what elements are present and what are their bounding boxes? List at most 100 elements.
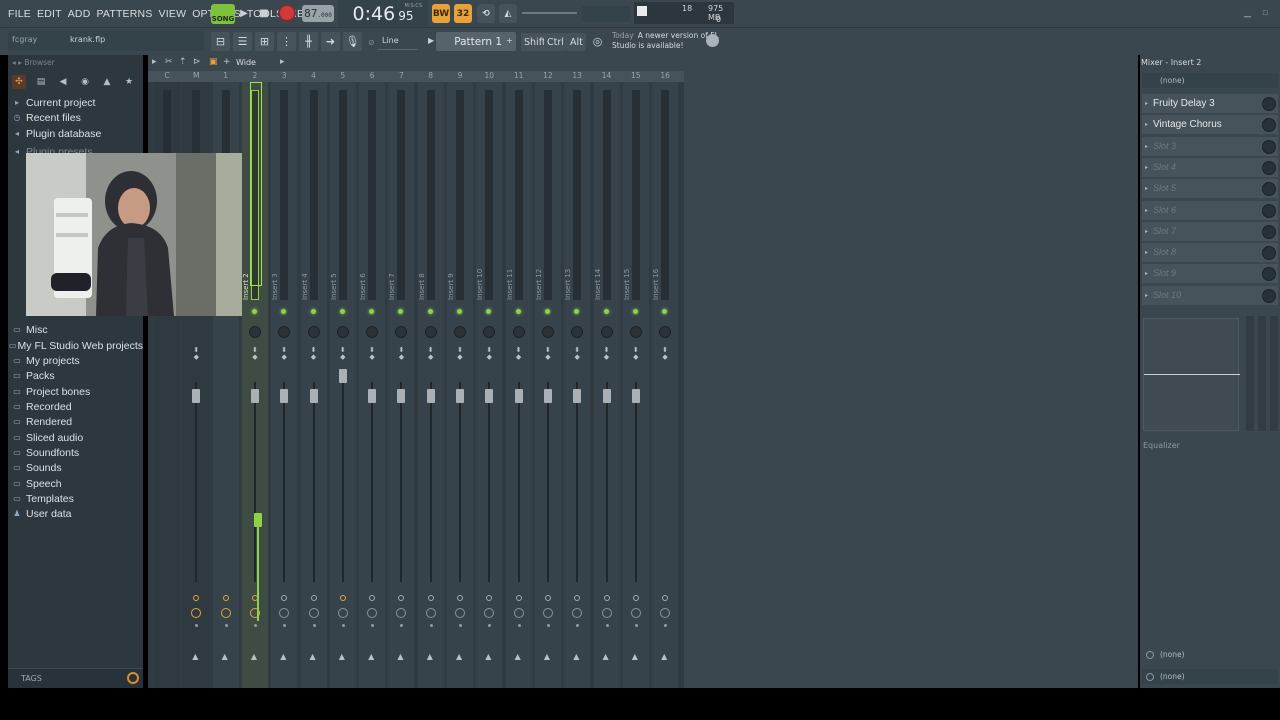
slot-mix-knob[interactable] (1262, 224, 1276, 239)
mute-led-icon[interactable] (369, 309, 375, 314)
update-icon[interactable] (706, 34, 719, 47)
slot-menu-icon[interactable]: ▸ (1145, 270, 1148, 277)
alt-key-button[interactable]: Alt (567, 33, 586, 51)
eq-band-fader[interactable] (1246, 316, 1254, 431)
browser-item-rendered[interactable]: ▭ Rendered (8, 414, 143, 429)
browser-plugin-icon[interactable]: ◉ (78, 75, 92, 89)
route-send-icon[interactable] (572, 608, 583, 618)
route-send-icon[interactable] (542, 608, 553, 618)
mixer-strip-4[interactable]: Insert 4 ⬍ ◆ ▲ (300, 82, 327, 688)
mixer-strip-15[interactable]: Insert 15 ⬍ ◆ ▲ (622, 82, 649, 688)
snap-icon[interactable]: ⊘ (368, 38, 375, 47)
stereo-separation-icon[interactable]: ⬍ ◆ (455, 347, 465, 361)
sidechain-pin-icon[interactable] (515, 595, 522, 601)
tempo-display[interactable]: 87.000 (302, 5, 334, 22)
sidechain-pin-icon[interactable] (662, 595, 669, 601)
mute-led-icon[interactable] (603, 309, 609, 314)
sidechain-pin-icon[interactable] (486, 595, 493, 601)
route-send-icon[interactable] (396, 608, 407, 618)
browser-item-packs[interactable]: ▭ Packs (8, 368, 143, 383)
slot-mix-knob[interactable] (1262, 160, 1276, 175)
mixer-strip-12[interactable]: Insert 12 ⬍ ◆ ▲ (534, 82, 561, 688)
stereo-separation-icon[interactable]: ⬍ ◆ (572, 347, 582, 361)
slot-mix-knob[interactable] (1262, 288, 1276, 303)
slot-mix-knob[interactable] (1262, 182, 1276, 197)
slot-mix-knob[interactable] (1262, 97, 1276, 111)
loop-record-icon[interactable]: ⟲ (477, 4, 495, 23)
stereo-separation-icon[interactable]: ⬍ ◆ (250, 347, 260, 361)
slot-menu-icon[interactable]: ▸ (1145, 292, 1148, 299)
stereo-separation-icon[interactable]: ⬍ ◆ (367, 347, 377, 361)
mixer-layout-icon[interactable]: ▣ (209, 57, 218, 67)
route-send-icon[interactable] (513, 608, 524, 618)
browser-item-my-projects[interactable]: ▭ My projects (8, 353, 143, 368)
browser-pack-icon[interactable]: ▲ (100, 75, 114, 89)
browser-speaker-icon[interactable]: ◀ (56, 75, 70, 89)
mute-led-icon[interactable] (310, 309, 316, 314)
equalizer-graph[interactable] (1143, 318, 1240, 431)
route-arrow-icon[interactable]: ▲ (573, 652, 579, 661)
slot-menu-icon[interactable]: ▸ (1145, 228, 1148, 235)
mixer-strip-14[interactable]: Insert 14 ⬍ ◆ ▲ (593, 82, 620, 688)
mixer-arrow-icon[interactable]: ▸ (280, 57, 285, 67)
eq-band-fader[interactable] (1270, 316, 1278, 431)
mixer-strip-5[interactable]: Insert 5 ⬍ ◆ ▲ (329, 82, 356, 688)
insert-name-label[interactable]: Insert 12 (535, 250, 561, 300)
sidechain-pin-icon[interactable] (427, 595, 434, 601)
volume-fader[interactable] (309, 389, 318, 403)
insert-name-label[interactable]: Insert 10 (476, 250, 502, 300)
effect-slot-10[interactable]: ▸ Slot 10 (1142, 285, 1278, 306)
slot-menu-icon[interactable]: ▸ (1145, 143, 1148, 150)
mixer-strip-9[interactable]: Insert 9 ⬍ ◆ ▲ (447, 82, 473, 688)
sidechain-pin-icon[interactable] (222, 595, 229, 601)
slot-menu-icon[interactable]: ▸ (1145, 249, 1148, 256)
browser-folder-icon[interactable]: ▤ (34, 75, 48, 89)
stop-button[interactable]: ■ (255, 4, 273, 22)
stereo-separation-icon[interactable]: ⬍ ◆ (631, 347, 641, 361)
insert-name-label[interactable]: Insert 8 (418, 250, 444, 300)
pan-knob[interactable] (483, 326, 496, 338)
plugin-picker-icon[interactable]: ╫ (299, 32, 318, 51)
stereo-separation-icon[interactable]: ⬍ ◆ (543, 347, 553, 361)
route-send-icon[interactable] (308, 608, 319, 618)
pan-knob[interactable] (278, 326, 291, 338)
route-arrow-icon[interactable]: ▲ (632, 652, 638, 661)
insert-output-1[interactable]: (none) (1142, 647, 1278, 662)
mixer-strip-7[interactable]: Insert 7 ⬍ ◆ ▲ (388, 82, 415, 688)
mute-led-icon[interactable] (574, 309, 580, 314)
mixer-menu-icon[interactable]: ▸ (152, 57, 157, 67)
output-radio-icon[interactable] (1146, 673, 1154, 681)
mixer-up-icon[interactable]: ⇡ (179, 57, 187, 67)
step-edit-button[interactable]: 32 (454, 4, 472, 23)
browser-item-sliced-audio[interactable]: ▭ Sliced audio (8, 430, 143, 445)
sidechain-pin-icon[interactable] (310, 595, 317, 601)
menu-view[interactable]: VIEW (159, 8, 187, 20)
mute-led-icon[interactable] (339, 309, 345, 314)
route-send-icon[interactable] (220, 608, 231, 618)
slot-mix-knob[interactable] (1262, 203, 1276, 218)
volume-fader[interactable] (514, 389, 523, 403)
insert-name-label[interactable]: Insert 9 (447, 250, 473, 300)
minimize-icon[interactable]: ▁ (1244, 8, 1251, 18)
slot-mix-knob[interactable] (1262, 139, 1276, 154)
song-mode-button[interactable]: SONG (211, 4, 235, 24)
browser-item-user-data[interactable]: ♟ User data (8, 506, 143, 521)
route-send-icon[interactable] (367, 608, 378, 618)
browser-item-project-bones[interactable]: ▭ Project bones (8, 384, 143, 399)
volume-fader[interactable] (426, 389, 435, 403)
insert-name-label[interactable]: Insert 11 (506, 250, 532, 300)
pattern-blend-button[interactable]: BW (432, 4, 450, 23)
effect-slot-4[interactable]: ▸ Slot 4 (1142, 157, 1278, 178)
browser-item-soundfonts[interactable]: ▭ Soundfonts (8, 445, 143, 460)
route-send-icon[interactable] (279, 608, 290, 618)
pan-knob[interactable] (248, 326, 261, 338)
sidechain-pin-icon[interactable] (193, 595, 200, 601)
insert-name-label[interactable]: Insert 6 (359, 250, 385, 300)
browser-all-icon[interactable]: ✣ (12, 75, 26, 89)
stereo-separation-icon[interactable]: ⬍ ◆ (191, 347, 201, 361)
mixer-icon[interactable]: ⋮ (277, 32, 296, 51)
stereo-separation-icon[interactable]: ⬍ ◆ (602, 347, 612, 361)
volume-fader[interactable] (250, 389, 259, 403)
effect-slot-8[interactable]: ▸ Slot 8 (1142, 243, 1278, 264)
route-send-icon[interactable] (337, 608, 348, 618)
